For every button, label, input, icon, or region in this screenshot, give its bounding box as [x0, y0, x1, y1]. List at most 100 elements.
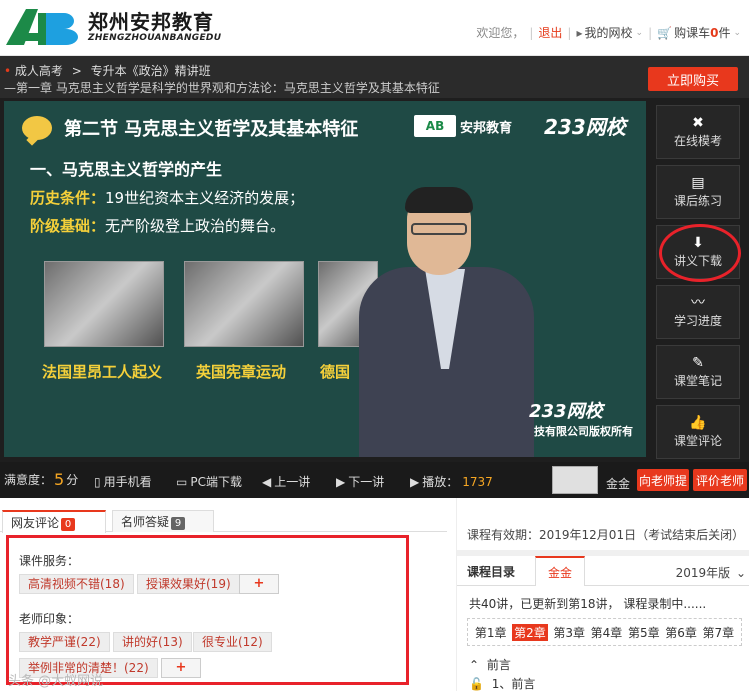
photo-caption-2: 英国宪章运动 [196, 363, 287, 381]
current-lecture-title: —第一章 马克思主义哲学是科学的世界观和方法论：马克思主义哲学及其基本特征 [4, 81, 440, 95]
tool-exercises[interactable]: ▤ 课后练习 [656, 165, 740, 219]
logout-link[interactable]: 退出 [538, 24, 562, 41]
chapter-tab[interactable]: 第7章 [703, 624, 735, 641]
rate-teacher-button[interactable]: 评价老师 [693, 469, 747, 491]
review-tags-box: 课件服务： 高清视频不错(18) 授课效果好(19) + 老师印象： 教学严谨(… [6, 535, 409, 685]
source-watermark: 头条 @大蚁网说 [8, 674, 104, 689]
course-validity: 课程有效期：2019年12月01日（考试结束后关闭） [467, 528, 745, 542]
next-lecture[interactable]: ▶ 下一讲 [336, 473, 384, 490]
slide-line-2-text: 无产阶级登上政治的舞台。 [105, 217, 286, 235]
update-progress: 共40讲，已更新到第18讲， 课程录制中...... [469, 597, 707, 611]
cart-label: 购课车 [674, 26, 711, 40]
breadcrumb: • 成人高考 > 专升本《政治》精讲班 [4, 62, 211, 79]
tool-label: 课堂笔记 [673, 374, 722, 388]
tab-qa-count: 9 [171, 517, 186, 530]
phone-icon: ▯ [94, 474, 101, 489]
tab-reviews-label: 网友评论 [11, 516, 60, 530]
group-label-service: 课件服务： [19, 554, 80, 568]
pc-download-label: PC端下载 [190, 475, 242, 489]
course-bar: • 成人高考 > 专升本《政治》精讲班 —第一章 马克思主义哲学是科学的世界观和… [0, 56, 749, 98]
my-school-link[interactable]: 我的网校 [585, 24, 633, 41]
speech-bubble-icon [22, 116, 52, 140]
tool-label: 课后练习 [673, 194, 722, 208]
tool-label: 学习进度 [673, 314, 722, 328]
side-toolbar: ✖ 在线模考 ▤ 课后练习 ⬇ 讲义下载 〰 学习进度 ✎ 课堂笔记 👍 课堂评… [656, 105, 740, 465]
chapter-tab[interactable]: 第1章 [475, 624, 507, 641]
play-count: ▶ 播放： 1737 [410, 473, 493, 490]
tab-qa-label: 名师答疑 [121, 515, 170, 529]
slide-line-2: 阶级基础：无产阶级登上政治的舞台。 [30, 215, 285, 236]
prev-lecture[interactable]: ◀ 上一讲 [262, 473, 310, 490]
header-user-area: 欢迎您， | 退出 | ▸ 我的网校 ⌄ | 🛒 购课车0件 ⌄ [476, 24, 741, 41]
player-controls: 满意度： 5 分 ▯ 用手机看 ▭ PC端下载 ◀ 上一讲 ▶ 下一讲 ▶ 播放… [0, 462, 749, 498]
tag-chip[interactable]: 高清视频不错(18) [19, 574, 134, 594]
chapter-tab[interactable]: 第3章 [553, 624, 585, 641]
cart-link[interactable]: 购课车0件 [674, 24, 730, 41]
slide-line-1: 历史条件：19世纪资本主义经济的发展； [30, 187, 304, 208]
brand-logo-icon: AB [414, 115, 456, 137]
tag-chip[interactable]: 教学严谨(22) [19, 632, 110, 652]
brand-233: 233网校 [544, 115, 626, 139]
welcome-text: 欢迎您， [476, 26, 525, 40]
toc-section[interactable]: ⌃ 前言 [469, 656, 511, 673]
tab-catalog[interactable]: 课程目录 [467, 563, 515, 580]
catalog-tabs: 课程目录 金金 2019年版 ⌄ [457, 556, 749, 586]
pc-download[interactable]: ▭ PC端下载 [176, 473, 242, 490]
tab-reviews-count: 0 [61, 518, 76, 531]
tab-reviews[interactable]: 网友评论 0 [2, 510, 106, 533]
satisfaction: 满意度： 5 分 [4, 470, 78, 489]
tool-label: 在线模考 [673, 134, 722, 148]
tool-comments[interactable]: 👍 课堂评论 [656, 405, 740, 459]
mobile-watch[interactable]: ▯ 用手机看 [94, 473, 152, 490]
add-tag-button[interactable]: + [239, 574, 279, 594]
tab-teacher[interactable]: 金金 [535, 556, 585, 586]
group-label-impression: 老师印象： [19, 612, 80, 626]
chapter-tab-active[interactable]: 第2章 [512, 623, 548, 641]
tag-chip[interactable]: 讲的好(13) [113, 632, 192, 652]
year-select[interactable]: 2019年版 ⌄ [676, 564, 746, 581]
tool-notes[interactable]: ✎ 课堂笔记 [656, 345, 740, 399]
slide-line-1-key: 历史条件： [30, 189, 106, 207]
slide-subheading: 一、马克思主义哲学的产生 [30, 160, 223, 179]
teacher-avatar[interactable] [552, 466, 598, 494]
tag-chip[interactable]: 授课效果好(19) [137, 574, 240, 594]
next-icon: ▶ [336, 474, 346, 489]
add-tag-button[interactable]: + [161, 658, 201, 678]
next-label: 下一讲 [348, 475, 385, 489]
site-header: 郑州安邦教育 ZHENGZHOUANBANGEDU 欢迎您， | 退出 | ▸ … [0, 0, 749, 56]
unlock-icon: 🔓 [469, 677, 484, 691]
chapter-tab[interactable]: 第6章 [665, 624, 697, 641]
play-count-value: 1737 [462, 474, 493, 489]
ask-teacher-button[interactable]: 向老师提 [637, 469, 689, 491]
tool-progress[interactable]: 〰 学习进度 [656, 285, 740, 339]
satisfaction-value: 5 [54, 470, 65, 489]
chapter-tab[interactable]: 第4章 [591, 624, 623, 641]
teacher-name[interactable]: 金金 [606, 475, 630, 492]
slide-title: 第二节 马克思主义哲学及其基本特征 [64, 119, 359, 140]
tool-handout-download[interactable]: ⬇ 讲义下载 [656, 225, 740, 279]
bullet-icon: • [4, 64, 12, 78]
monitor-icon: ▭ [176, 474, 188, 489]
chevron-up-icon: ⌃ [469, 658, 480, 672]
course-catalog-panel: 课程有效期：2019年12月01日（考试结束后关闭） 课程目录 金金 2019年… [456, 498, 749, 691]
toc-item-label: 1、前言 [491, 677, 536, 691]
video-watermark: 233网校 [529, 401, 603, 422]
breadcrumb-item-course[interactable]: 专升本《政治》精讲班 [91, 64, 211, 78]
chart-icon: 〰 [691, 295, 705, 311]
slide-brand: AB 安邦教育 [414, 115, 512, 137]
tool-label: 讲义下载 [673, 254, 722, 268]
chapter-tab[interactable]: 第5章 [628, 624, 660, 641]
tab-qa[interactable]: 名师答疑 9 [112, 510, 214, 532]
logo-en-text: ZHENGZHOUANBANGEDU [88, 33, 222, 43]
site-logo[interactable]: 郑州安邦教育 ZHENGZHOUANBANGEDU [4, 4, 222, 50]
cross-icon: ✖ [692, 115, 704, 131]
tool-online-exam[interactable]: ✖ 在线模考 [656, 105, 740, 159]
tag-chip[interactable]: 很专业(12) [193, 632, 272, 652]
cart-unit: 件 [718, 26, 731, 40]
buy-now-button[interactable]: 立即购买 [648, 67, 738, 91]
toc-item[interactable]: 🔓 1、前言 [469, 675, 535, 691]
tool-label: 课堂评论 [673, 434, 722, 448]
breadcrumb-item-adult-exam[interactable]: 成人高考 [15, 64, 63, 78]
video-frame[interactable]: 第二节 马克思主义哲学及其基本特征 AB 安邦教育 233网校 一、马克思主义哲… [4, 101, 646, 457]
logo-mark-icon [6, 9, 78, 45]
